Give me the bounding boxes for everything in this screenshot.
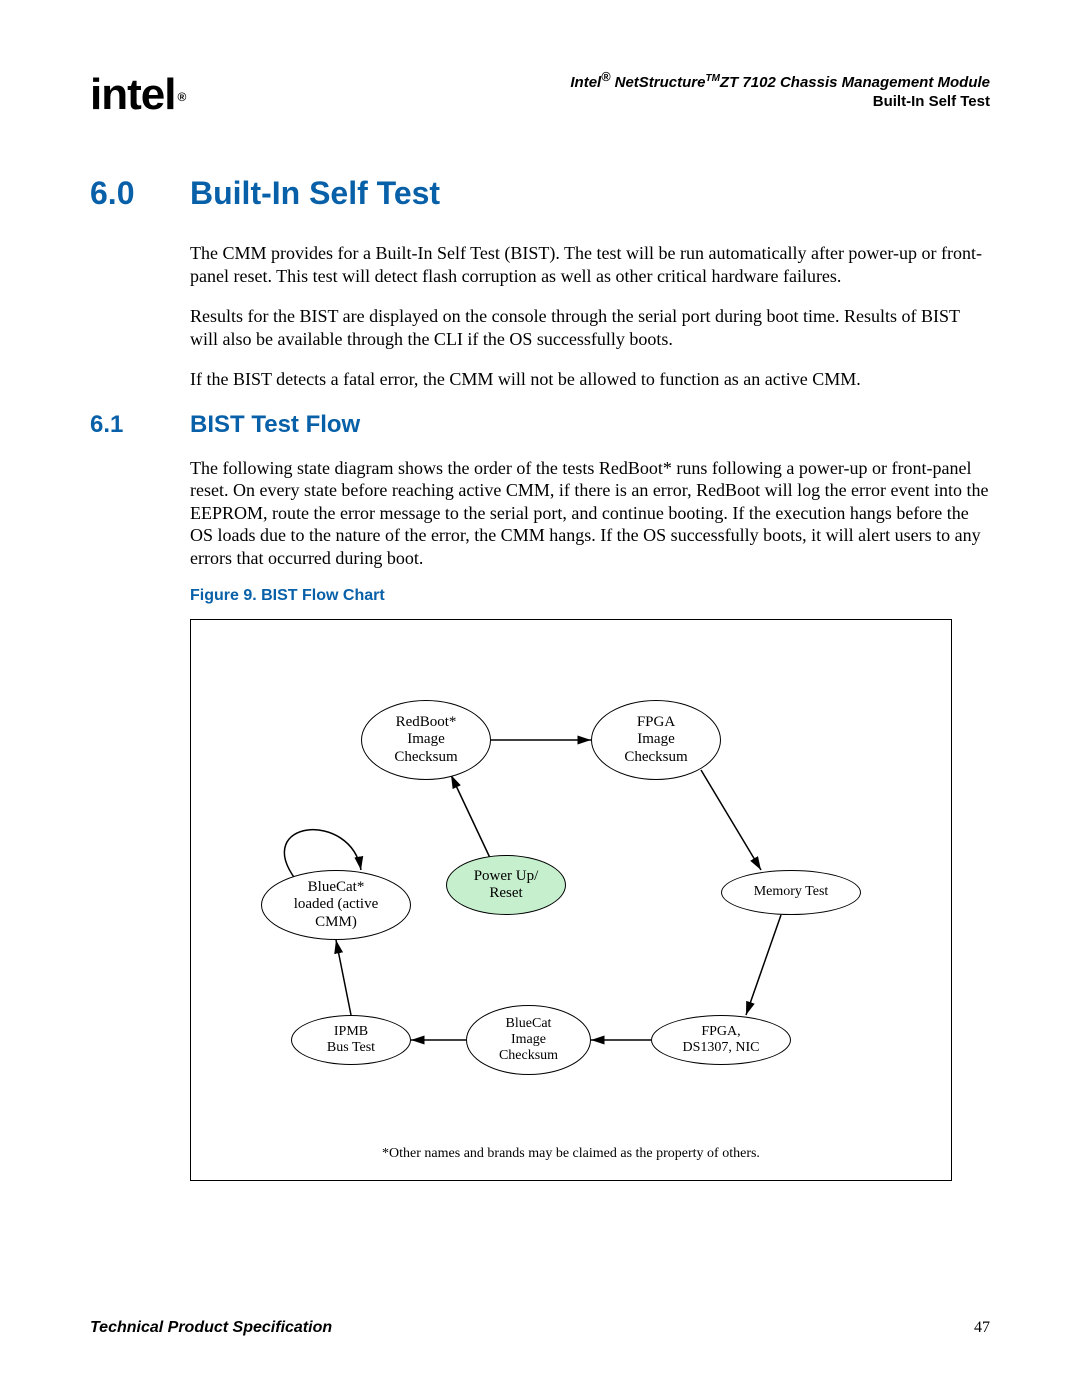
node-fpga-ds1307-nic: FPGA, DS1307, NIC — [651, 1015, 791, 1065]
logo-text: intel — [90, 70, 175, 119]
section-para-2: Results for the BIST are displayed on th… — [190, 305, 990, 350]
section-para-1: The CMM provides for a Built-In Self Tes… — [190, 242, 990, 287]
figure-caption: Figure 9. BIST Flow Chart — [190, 587, 990, 605]
logo-reg-mark: ® — [177, 90, 185, 104]
figure-footnote: *Other names and brands may be claimed a… — [191, 1146, 951, 1162]
section-body: The CMM provides for a Built-In Self Tes… — [190, 242, 990, 391]
doc-title-line2: Built-In Self Test — [570, 93, 990, 110]
page-number: 47 — [974, 1319, 990, 1337]
subsection-body: The following state diagram shows the or… — [190, 457, 990, 570]
intel-logo: intel® — [90, 70, 183, 120]
section-heading: 6.0 Built-In Self Test — [90, 175, 990, 212]
subsection-heading: 6.1 BIST Test Flow — [90, 411, 990, 439]
figure-bist-flow-chart: RedBoot* Image Checksum FPGA Image Check… — [190, 619, 952, 1181]
subsection-number: 6.1 — [90, 411, 190, 439]
footer-doc-type: Technical Product Specification — [90, 1319, 332, 1337]
subsection-para-1: The following state diagram shows the or… — [190, 457, 990, 570]
node-redboot-image-checksum: RedBoot* Image Checksum — [361, 700, 491, 780]
page-footer: Technical Product Specification 47 — [90, 1319, 990, 1337]
page-header: intel® Intel® NetStructureTMZT 7102 Chas… — [90, 70, 990, 120]
node-fpga-image-checksum: FPGA Image Checksum — [591, 700, 721, 780]
node-memory-test: Memory Test — [721, 870, 861, 915]
node-bluecat-image-checksum: BlueCat Image Checksum — [466, 1005, 591, 1075]
section-para-3: If the BIST detects a fatal error, the C… — [190, 368, 990, 391]
node-ipmb-bus-test: IPMB Bus Test — [291, 1015, 411, 1065]
node-power-up-reset: Power Up/ Reset — [446, 855, 566, 915]
tm-mark: TM — [705, 73, 719, 84]
doc-title-line1: Intel® NetStructureTMZT 7102 Chassis Man… — [570, 70, 990, 91]
subsection-title: BIST Test Flow — [190, 411, 360, 439]
section-number: 6.0 — [90, 175, 190, 212]
node-bluecat-loaded: BlueCat* loaded (active CMM) — [261, 870, 411, 940]
doc-title-block: Intel® NetStructureTMZT 7102 Chassis Man… — [570, 70, 990, 110]
section-title: Built-In Self Test — [190, 175, 440, 212]
